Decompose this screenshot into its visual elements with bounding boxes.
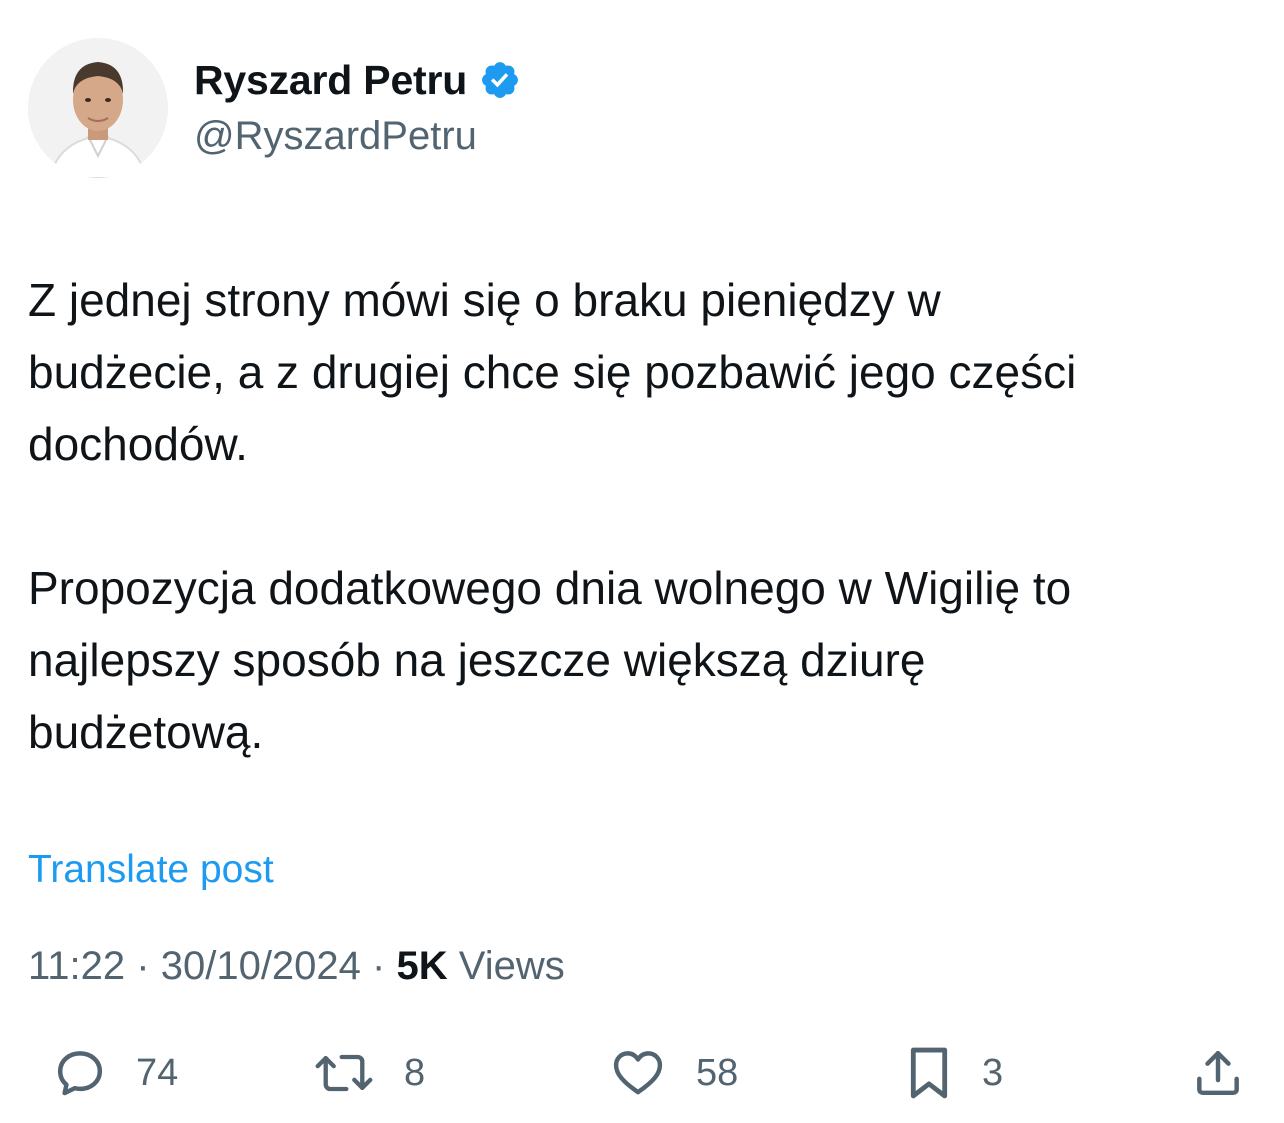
post-time[interactable]: 11:22	[28, 944, 125, 988]
author-name-row: Ryszard Petru	[194, 52, 521, 108]
repost-count: 8	[404, 1051, 426, 1094]
bookmark-count: 3	[982, 1051, 1004, 1094]
repost-button[interactable]: 8	[312, 1040, 425, 1106]
like-count: 58	[696, 1051, 739, 1094]
bookmark-button[interactable]: 3	[904, 1040, 1003, 1106]
post-paragraph: Propozycja dodatkowego dnia wolnego w Wi…	[28, 562, 1072, 758]
share-icon	[1190, 1045, 1246, 1101]
meta-separator: ·	[136, 944, 150, 988]
bookmark-icon	[904, 1044, 954, 1102]
views-count[interactable]: 5K	[397, 944, 448, 988]
repost-icon	[312, 1045, 376, 1101]
post-date[interactable]: 30/10/2024	[161, 944, 361, 988]
views-label[interactable]: Views	[459, 944, 565, 988]
reply-button[interactable]: 74	[52, 1040, 178, 1106]
like-button[interactable]: 58	[608, 1040, 738, 1106]
meta-separator: ·	[372, 944, 386, 988]
author-handle[interactable]: @RyszardPetru	[194, 114, 477, 159]
post-text: Z jednej strony mówi się o braku pienięd…	[28, 264, 1268, 768]
post-meta: 11:22 · 30/10/2024 · 5K Views	[28, 944, 565, 989]
translate-post-link[interactable]: Translate post	[28, 848, 274, 892]
avatar-photo	[28, 38, 168, 178]
post-paragraph: Z jednej strony mówi się o braku pienięd…	[28, 274, 1077, 470]
reply-icon	[52, 1045, 108, 1101]
reply-count: 74	[136, 1051, 179, 1094]
verified-badge-icon[interactable]	[479, 59, 521, 101]
heart-icon	[608, 1045, 668, 1101]
share-button[interactable]	[1190, 1040, 1246, 1106]
action-bar: 74 8 58 3	[0, 1040, 1284, 1106]
avatar[interactable]	[28, 38, 168, 178]
author-display-name[interactable]: Ryszard Petru	[194, 57, 467, 104]
